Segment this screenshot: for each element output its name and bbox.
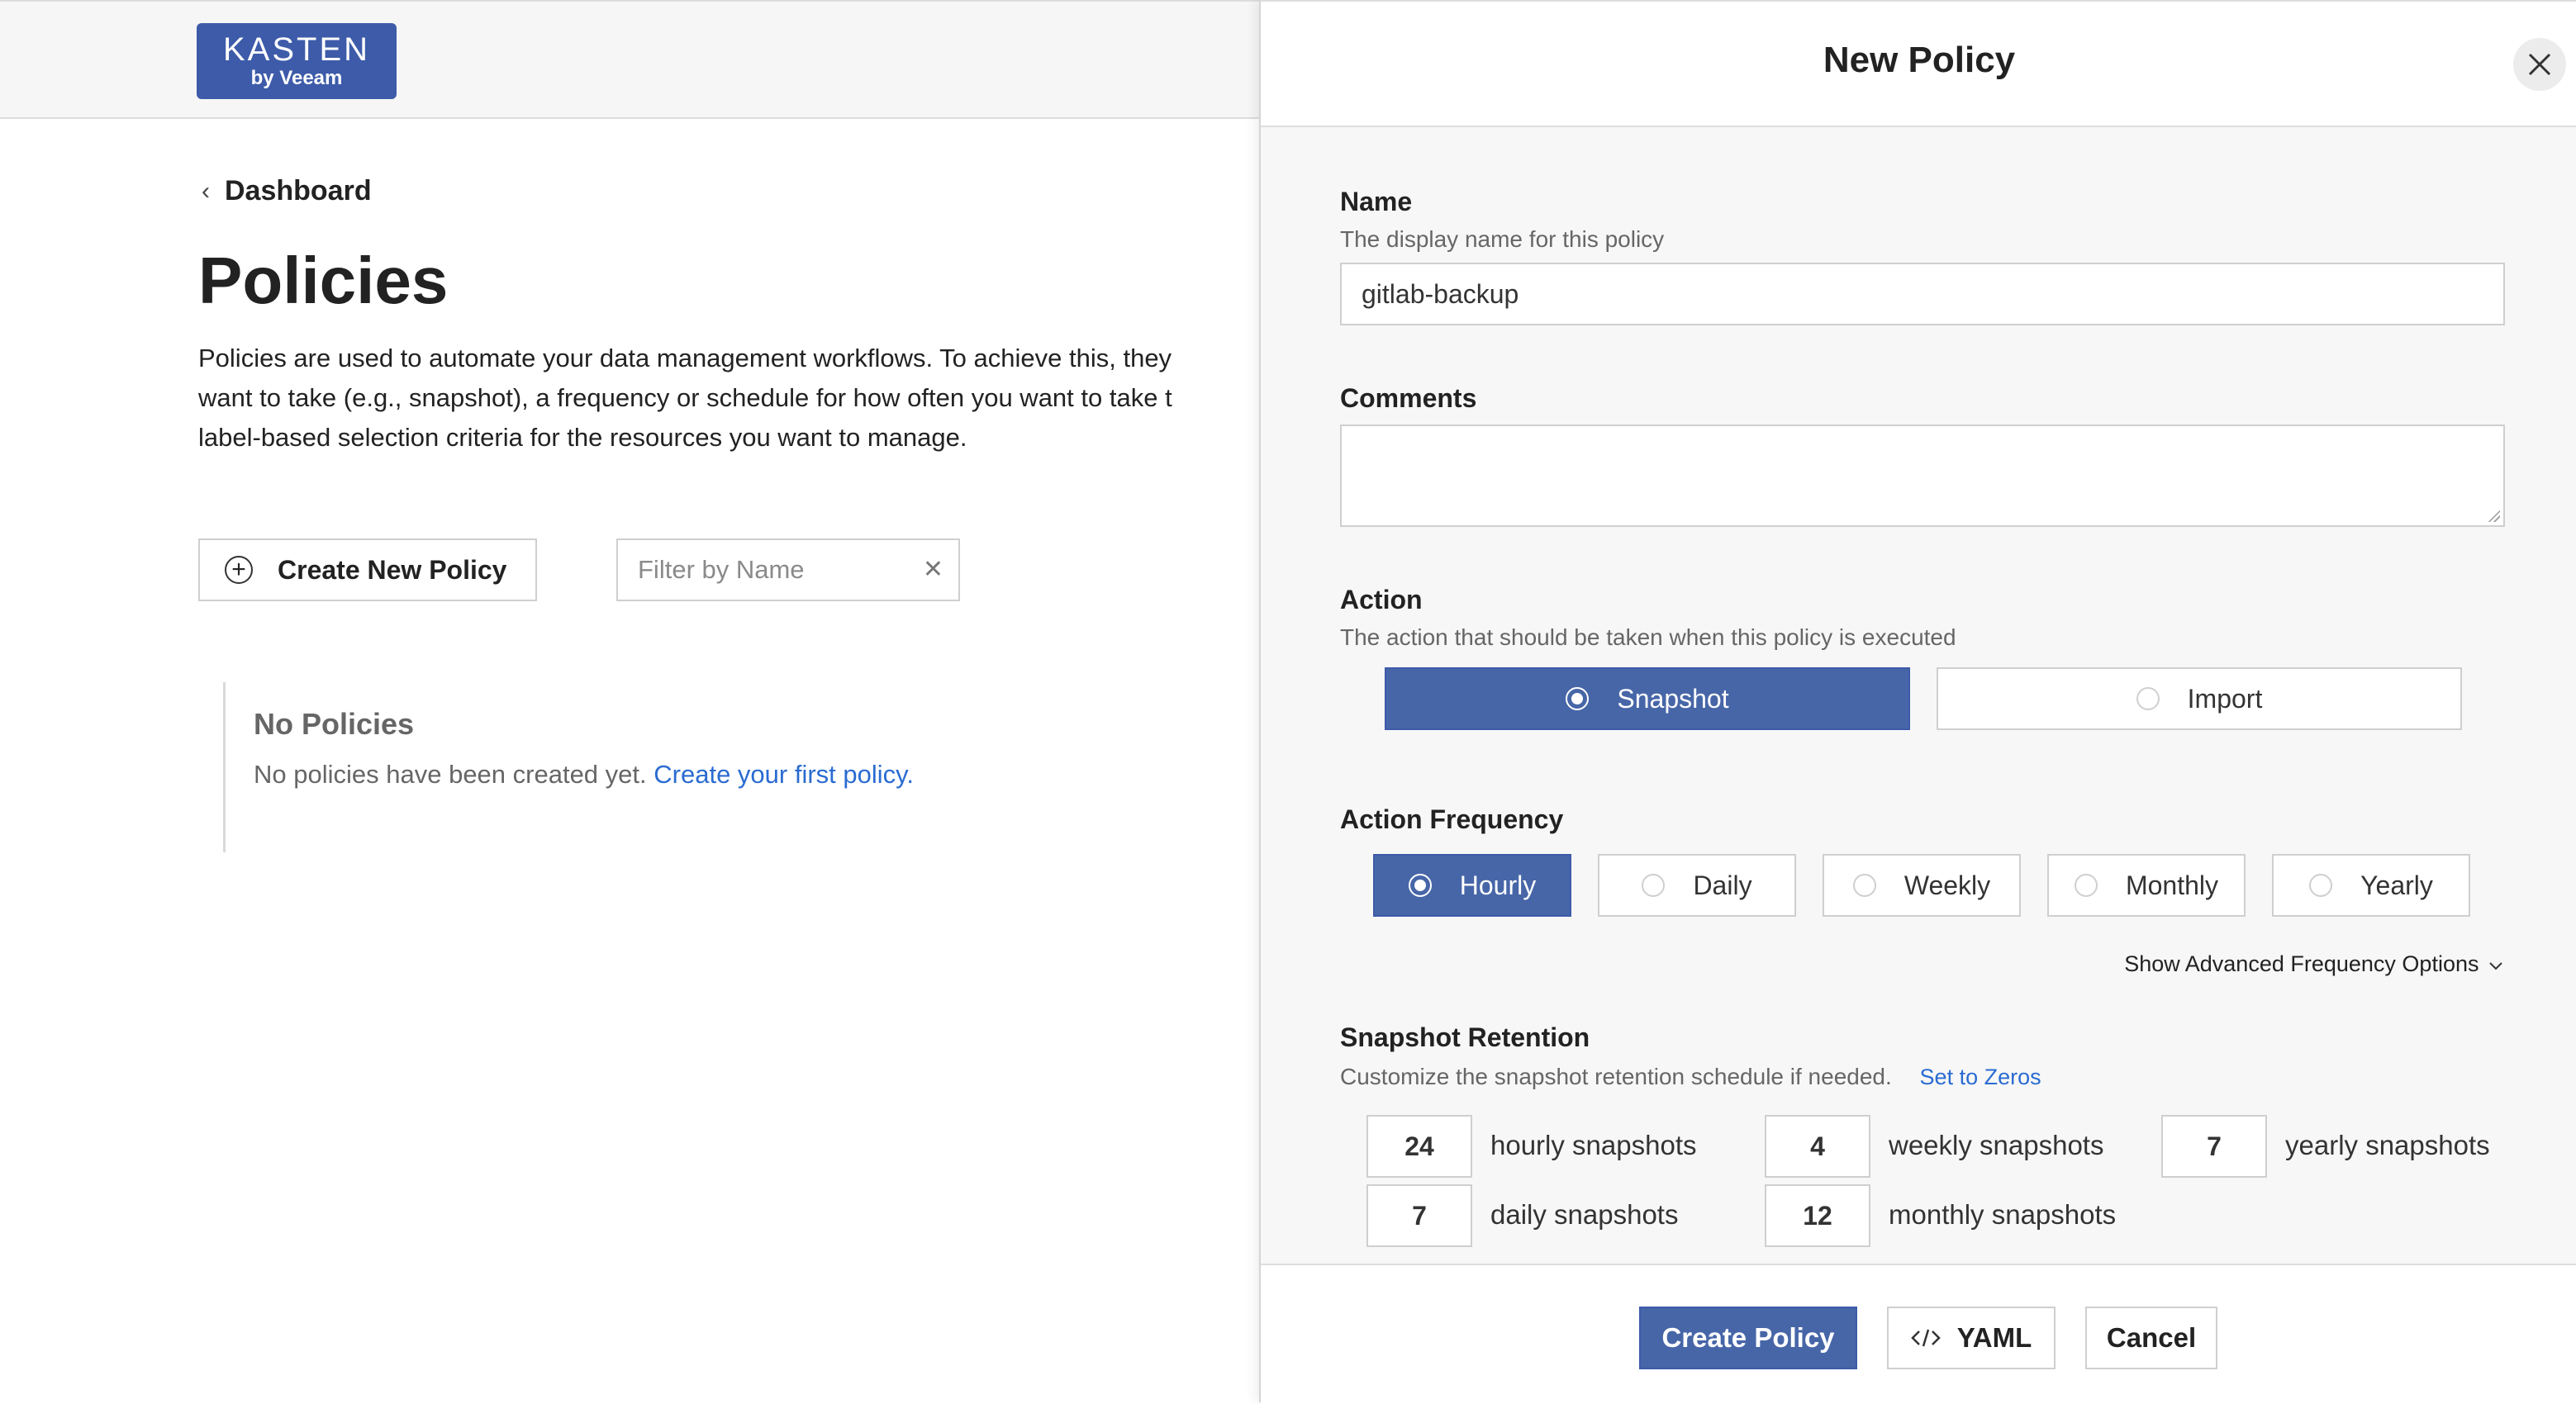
frequency-option-monthly[interactable]: Monthly: [2047, 854, 2246, 917]
snapshot-retention-help: Customize the snapshot retention schedul…: [1340, 1064, 1892, 1089]
set-to-zeros-link[interactable]: Set to Zeros: [1920, 1065, 2041, 1089]
weekly-retention-label: weekly snapshots: [1889, 1130, 2104, 1160]
create-new-policy-label: Create New Policy: [278, 554, 507, 585]
code-icon: [1910, 1329, 1941, 1347]
yaml-button[interactable]: YAML: [1887, 1307, 2056, 1369]
breadcrumb[interactable]: ‹ Dashboard: [202, 175, 372, 207]
resize-handle-icon[interactable]: [2487, 509, 2500, 522]
weekly-retention-input[interactable]: [1765, 1115, 1870, 1178]
chevron-left-icon: ‹: [202, 177, 210, 205]
action-option-label: Import: [2187, 683, 2263, 714]
radio-unselected-icon: [2309, 874, 2333, 897]
panel-title: New Policy: [1823, 40, 2016, 80]
plus-circle-icon: +: [225, 556, 253, 584]
frequency-option-hourly[interactable]: Hourly: [1373, 854, 1571, 917]
action-label: Action: [1340, 585, 1423, 614]
yearly-retention-label: yearly snapshots: [2285, 1130, 2490, 1160]
close-icon: [2528, 53, 2551, 76]
monthly-retention-input[interactable]: [1765, 1184, 1870, 1247]
name-input[interactable]: [1340, 263, 2505, 325]
panel-header: New Policy: [1261, 0, 2576, 127]
yaml-label: YAML: [1956, 1322, 2032, 1353]
panel-footer: Create Policy YAML Cancel: [1261, 1264, 2576, 1404]
monthly-retention-label: monthly snapshots: [1889, 1199, 2117, 1230]
radio-unselected-icon: [1642, 874, 1666, 897]
hourly-retention-label: hourly snapshots: [1490, 1130, 1697, 1160]
empty-state-text: No policies have been created yet.: [254, 760, 647, 789]
action-option-snapshot[interactable]: Snapshot: [1385, 667, 1910, 730]
page-title: Policies: [198, 244, 449, 317]
logo-sub: by Veeam: [250, 67, 343, 89]
comments-textarea[interactable]: [1340, 425, 2505, 527]
yearly-retention-input[interactable]: [2161, 1115, 2267, 1178]
cancel-label: Cancel: [2106, 1322, 2197, 1353]
page-description: Policies are used to automate your data …: [198, 339, 1264, 458]
snapshot-retention-help-row: Customize the snapshot retention schedul…: [1340, 1064, 2041, 1090]
create-first-policy-link[interactable]: Create your first policy.: [654, 760, 914, 789]
breadcrumb-dashboard: Dashboard: [225, 175, 372, 206]
daily-retention-input[interactable]: [1366, 1184, 1472, 1247]
top-bar: KASTEN by Veeam: [0, 0, 1264, 119]
snapshot-retention-label: Snapshot Retention: [1340, 1022, 1590, 1052]
frequency-option-weekly[interactable]: Weekly: [1823, 854, 2021, 917]
action-option-label: Snapshot: [1617, 683, 1729, 714]
close-button[interactable]: [2513, 38, 2566, 91]
create-new-policy-button[interactable]: + Create New Policy: [198, 538, 537, 601]
frequency-option-daily[interactable]: Daily: [1598, 854, 1796, 917]
hourly-retention-input[interactable]: [1366, 1115, 1472, 1178]
chevron-down-icon: [2489, 962, 2502, 970]
empty-state: No Policies No policies have been create…: [223, 682, 914, 852]
radio-selected-icon: [1566, 687, 1590, 710]
name-help: The display name for this policy: [1340, 226, 1665, 252]
frequency-option-label: Hourly: [1459, 870, 1537, 900]
action-frequency-label: Action Frequency: [1340, 804, 1564, 834]
empty-state-message: No policies have been created yet. Creat…: [254, 760, 914, 790]
radio-unselected-icon: [2074, 874, 2098, 897]
clear-filter-icon[interactable]: ✕: [923, 555, 943, 584]
create-policy-label: Create Policy: [1661, 1322, 1835, 1353]
show-advanced-frequency-options-link[interactable]: Show Advanced Frequency Options: [2124, 951, 2503, 977]
cancel-button[interactable]: Cancel: [2085, 1307, 2217, 1369]
description-line: label-based selection criteria for the r…: [198, 423, 967, 452]
advanced-link-label: Show Advanced Frequency Options: [2124, 951, 2479, 976]
radio-selected-icon: [1408, 874, 1432, 897]
frequency-option-label: Monthly: [2125, 870, 2219, 900]
frequency-option-label: Daily: [1693, 870, 1752, 900]
radio-unselected-icon: [2136, 687, 2160, 710]
empty-state-title: No Policies: [254, 707, 415, 741]
daily-retention-label: daily snapshots: [1490, 1199, 1679, 1230]
comments-label: Comments: [1340, 383, 1477, 413]
kasten-logo[interactable]: KASTEN by Veeam: [197, 23, 397, 99]
frequency-option-yearly[interactable]: Yearly: [2272, 854, 2470, 917]
name-label: Name: [1340, 187, 1413, 216]
new-policy-panel: New Policy Name The display name for thi…: [1259, 0, 2576, 1404]
description-line: want to take (e.g., snapshot), a frequen…: [198, 383, 1172, 412]
description-line: Policies are used to automate your data …: [198, 344, 1172, 372]
filter-box: ✕: [616, 538, 960, 601]
frequency-option-label: Yearly: [2360, 870, 2433, 900]
create-policy-button[interactable]: Create Policy: [1639, 1307, 1857, 1369]
action-option-import[interactable]: Import: [1937, 667, 2462, 730]
frequency-option-label: Weekly: [1903, 870, 1991, 900]
filter-by-name-input[interactable]: [636, 540, 912, 600]
radio-unselected-icon: [1852, 874, 1876, 897]
action-help: The action that should be taken when thi…: [1340, 624, 1956, 650]
logo-brand: KASTEN: [222, 31, 371, 68]
